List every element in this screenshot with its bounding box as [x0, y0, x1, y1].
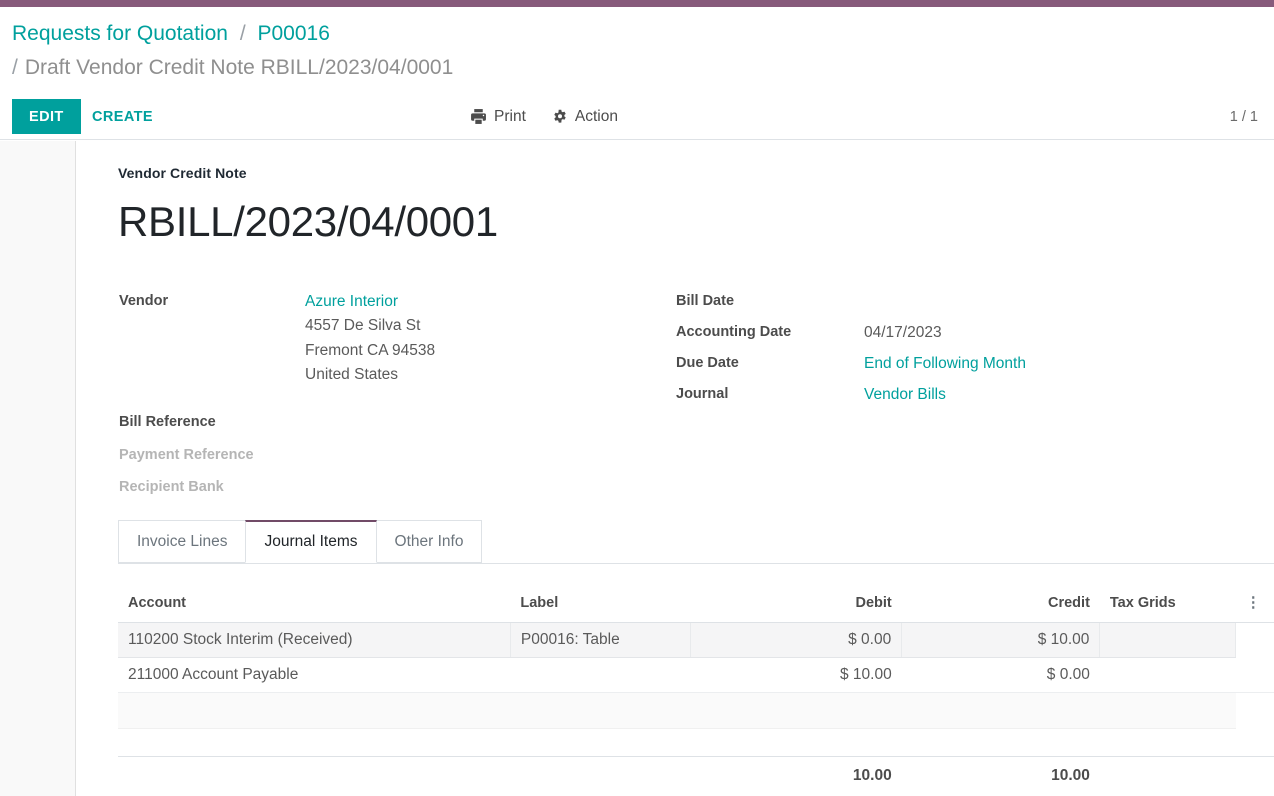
table-row-empty[interactable]: [118, 693, 1274, 729]
control-panel: Requests for Quotation / P00016 / Draft V…: [0, 7, 1274, 140]
field-groups: Vendor Azure Interior 4557 De Silva St F…: [118, 289, 1234, 489]
field-recipient-bank: Recipient Bank: [119, 475, 659, 500]
totals-blank-tax-grids: [1100, 757, 1236, 794]
tab-other-info[interactable]: Other Info: [376, 520, 483, 563]
field-bill-reference: Bill Reference: [119, 410, 659, 435]
accounting-date-label: Accounting Date: [676, 320, 864, 345]
form-body: Vendor Credit Note RBILL/2023/04/0001 Ve…: [0, 141, 1274, 796]
cell-debit[interactable]: $ 10.00: [690, 658, 901, 693]
field-journal: Journal Vendor Bills: [676, 382, 1236, 407]
vendor-address-line-1: 4557 De Silva St: [305, 314, 435, 339]
field-due-date: Due Date End of Following Month: [676, 351, 1236, 376]
print-label: Print: [494, 108, 526, 126]
cell-label[interactable]: [510, 658, 690, 693]
edit-button[interactable]: EDIT: [12, 99, 81, 134]
column-header-credit[interactable]: Credit: [902, 585, 1100, 623]
vendor-address-line-3: United States: [305, 363, 435, 388]
payment-reference-label: Payment Reference: [119, 443, 305, 468]
totals-credit: 10.00: [902, 757, 1100, 794]
cell-account[interactable]: 110200 Stock Interim (Received): [118, 623, 510, 658]
printer-icon: [470, 108, 487, 125]
cell-tax-grids[interactable]: [1100, 658, 1236, 693]
cell-account[interactable]: [118, 693, 510, 729]
cell-account[interactable]: 211000 Account Payable: [118, 658, 510, 693]
cell-tax-grids[interactable]: [1100, 623, 1236, 658]
brand-top-bar: [0, 0, 1274, 7]
journal-label: Journal: [676, 382, 864, 407]
column-options-toggle[interactable]: ⋮: [1236, 585, 1274, 623]
journal-value[interactable]: Vendor Bills: [864, 382, 946, 407]
table-row[interactable]: 211000 Account Payable $ 10.00 $ 0.00: [118, 658, 1274, 693]
control-panel-actions: Print Action: [470, 99, 618, 134]
column-header-label[interactable]: Label: [510, 585, 690, 623]
accounting-date-value[interactable]: 04/17/2023: [864, 320, 942, 345]
cell-debit[interactable]: $ 0.00: [690, 623, 901, 658]
vendor-name[interactable]: Azure Interior: [305, 289, 435, 314]
totals-blank-account: [118, 757, 510, 794]
tab-journal-items[interactable]: Journal Items: [245, 520, 376, 563]
column-header-tax-grids[interactable]: Tax Grids: [1100, 585, 1236, 623]
vendor-label: Vendor: [119, 289, 305, 314]
field-group-left: Vendor Azure Interior 4557 De Silva St F…: [119, 289, 659, 508]
create-button[interactable]: CREATE: [78, 99, 167, 134]
totals-blank-label: [510, 757, 690, 794]
breadcrumb-separator-2: /: [12, 56, 18, 79]
breadcrumb-separator: /: [240, 22, 246, 45]
due-date-value[interactable]: End of Following Month: [864, 351, 1026, 376]
breadcrumb-item-root[interactable]: Requests for Quotation: [12, 22, 228, 45]
vertical-ellipsis-icon: ⋮: [1246, 595, 1261, 610]
cell-row-options: [1236, 693, 1274, 729]
due-date-label: Due Date: [676, 351, 864, 376]
vendor-address-line-2: Fremont CA 94538: [305, 339, 435, 364]
totals-debit: 10.00: [690, 757, 901, 794]
print-button[interactable]: Print: [470, 108, 526, 126]
field-vendor: Vendor Azure Interior 4557 De Silva St F…: [119, 289, 659, 388]
notebook: Invoice Lines Journal Items Other Info: [118, 520, 1274, 564]
cell-credit[interactable]: [902, 693, 1100, 729]
vendor-value-block: Azure Interior 4557 De Silva St Fremont …: [305, 289, 435, 388]
page-title: RBILL/2023/04/0001: [118, 197, 1234, 247]
breadcrumb-item-parent[interactable]: P00016: [258, 22, 330, 45]
odoo-form-view: Requests for Quotation / P00016 / Draft V…: [0, 0, 1274, 796]
pager[interactable]: 1 / 1: [1230, 99, 1258, 134]
column-header-account[interactable]: Account: [118, 585, 510, 623]
cell-debit[interactable]: [690, 693, 901, 729]
breadcrumb-current-wrapper: / Draft Vendor Credit Note RBILL/2023/04/…: [12, 54, 453, 81]
cell-label[interactable]: P00016: Table: [510, 623, 690, 658]
table-header-row: Account Label Debit Credit Tax Grids ⋮: [118, 585, 1274, 623]
cell-credit[interactable]: $ 0.00: [902, 658, 1100, 693]
column-header-debit[interactable]: Debit: [690, 585, 901, 623]
field-accounting-date: Accounting Date 04/17/2023: [676, 320, 1236, 345]
tab-list: Invoice Lines Journal Items Other Info: [118, 520, 1274, 564]
spacer-cell: [118, 729, 1274, 757]
breadcrumb-item-current: Draft Vendor Credit Note RBILL/2023/04/0…: [25, 56, 453, 79]
breadcrumb: Requests for Quotation / P00016: [12, 20, 330, 47]
cell-label[interactable]: [510, 693, 690, 729]
cell-tax-grids[interactable]: [1100, 693, 1236, 729]
cell-row-options: [1236, 623, 1274, 658]
action-button[interactable]: Action: [552, 108, 618, 126]
table-row[interactable]: 110200 Stock Interim (Received) P00016: …: [118, 623, 1274, 658]
cell-credit[interactable]: $ 10.00: [902, 623, 1100, 658]
recipient-bank-label: Recipient Bank: [119, 475, 305, 500]
left-side-strip: [0, 141, 76, 796]
field-group-right: Bill Date Accounting Date 04/17/2023 Due…: [676, 289, 1236, 413]
gear-icon: [552, 109, 568, 125]
cell-row-options: [1236, 658, 1274, 693]
document-type-label: Vendor Credit Note: [118, 165, 1234, 181]
action-label: Action: [575, 108, 618, 126]
table-totals-row: 10.00 10.00: [118, 757, 1274, 794]
field-payment-reference: Payment Reference: [119, 443, 659, 468]
bill-reference-label: Bill Reference: [119, 410, 305, 435]
journal-items-table: Account Label Debit Credit Tax Grids ⋮ 1…: [118, 585, 1274, 793]
action-buttons-row: EDIT CREATE Print: [0, 99, 1274, 135]
tab-invoice-lines[interactable]: Invoice Lines: [118, 520, 246, 563]
bill-date-label: Bill Date: [676, 289, 864, 314]
table-spacer-row: [118, 729, 1274, 757]
field-bill-date: Bill Date: [676, 289, 1236, 314]
totals-blank-options: [1236, 757, 1274, 794]
